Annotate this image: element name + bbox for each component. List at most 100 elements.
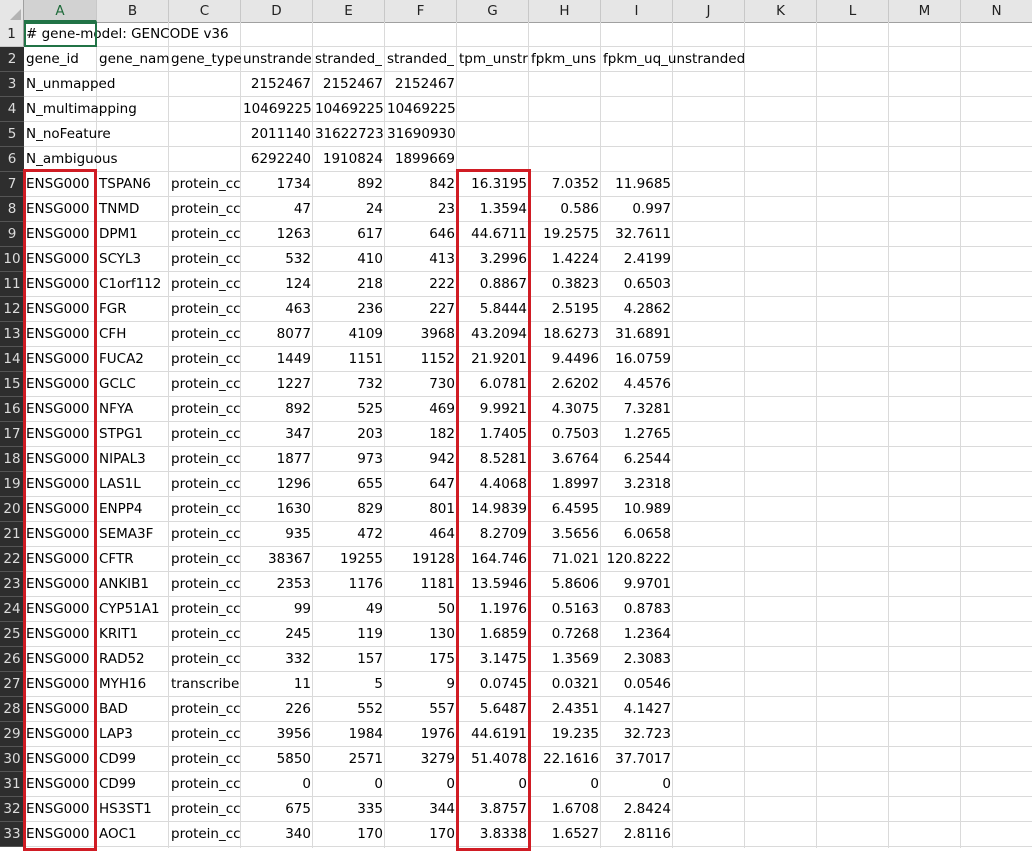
column-header-e[interactable]: E xyxy=(313,0,385,22)
cell-e22[interactable]: 19255 xyxy=(313,547,385,572)
row-header-7[interactable]: 7 xyxy=(0,172,24,197)
cell-i9[interactable]: 32.7611 xyxy=(601,222,673,247)
cell-b8[interactable]: TNMD xyxy=(97,197,169,222)
cell-g32[interactable]: 3.8757 xyxy=(457,797,529,822)
cell-g27[interactable]: 0.0745 xyxy=(457,672,529,697)
cell-c33[interactable]: protein_cc xyxy=(169,822,241,847)
column-header-b[interactable]: B xyxy=(97,0,169,22)
cell-g18[interactable]: 8.5281 xyxy=(457,447,529,472)
cell-a21[interactable]: ENSG000 xyxy=(24,522,97,547)
row-header-4[interactable]: 4 xyxy=(0,97,24,122)
cell-f12[interactable]: 227 xyxy=(385,297,457,322)
cell-b24[interactable]: CYP51A1 xyxy=(97,597,169,622)
column-header-m[interactable]: M xyxy=(889,0,961,22)
cell-c8[interactable]: protein_cc xyxy=(169,197,241,222)
cell-g16[interactable]: 9.9921 xyxy=(457,397,529,422)
cell-g2[interactable]: tpm_unstr xyxy=(457,47,529,72)
cell-h30[interactable]: 22.1616 xyxy=(529,747,601,772)
cell-e27[interactable]: 5 xyxy=(313,672,385,697)
cell-g25[interactable]: 1.6859 xyxy=(457,622,529,647)
cell-f27[interactable]: 9 xyxy=(385,672,457,697)
cell-b2[interactable]: gene_nam xyxy=(97,47,169,72)
cell-h31[interactable]: 0 xyxy=(529,772,601,797)
cell-h29[interactable]: 19.235 xyxy=(529,722,601,747)
cell-a11[interactable]: ENSG000 xyxy=(24,272,97,297)
cell-b12[interactable]: FGR xyxy=(97,297,169,322)
cell-d31[interactable]: 0 xyxy=(241,772,313,797)
cell-g22[interactable]: 164.746 xyxy=(457,547,529,572)
cell-f17[interactable]: 182 xyxy=(385,422,457,447)
cell-d14[interactable]: 1449 xyxy=(241,347,313,372)
column-header-h[interactable]: H xyxy=(529,0,601,22)
cell-d24[interactable]: 99 xyxy=(241,597,313,622)
cell-h17[interactable]: 0.7503 xyxy=(529,422,601,447)
cell-i25[interactable]: 1.2364 xyxy=(601,622,673,647)
row-header-14[interactable]: 14 xyxy=(0,347,24,372)
cell-c10[interactable]: protein_cc xyxy=(169,247,241,272)
cell-e10[interactable]: 410 xyxy=(313,247,385,272)
cell-a9[interactable]: ENSG000 xyxy=(24,222,97,247)
cell-a13[interactable]: ENSG000 xyxy=(24,322,97,347)
cell-d28[interactable]: 226 xyxy=(241,697,313,722)
row-header-8[interactable]: 8 xyxy=(0,197,24,222)
cell-a5[interactable]: N_noFeature xyxy=(24,122,111,147)
cell-d4[interactable]: 10469225 xyxy=(241,97,313,122)
cell-e15[interactable]: 732 xyxy=(313,372,385,397)
row-header-6[interactable]: 6 xyxy=(0,147,24,172)
row-header-2[interactable]: 2 xyxy=(0,47,24,72)
cell-a33[interactable]: ENSG000 xyxy=(24,822,97,847)
cell-h10[interactable]: 1.4224 xyxy=(529,247,601,272)
cell-c14[interactable]: protein_cc xyxy=(169,347,241,372)
cell-a29[interactable]: ENSG000 xyxy=(24,722,97,747)
cell-a15[interactable]: ENSG000 xyxy=(24,372,97,397)
cell-c13[interactable]: protein_cc xyxy=(169,322,241,347)
cell-h23[interactable]: 5.8606 xyxy=(529,572,601,597)
cell-a23[interactable]: ENSG000 xyxy=(24,572,97,597)
cell-g30[interactable]: 51.4078 xyxy=(457,747,529,772)
cell-c23[interactable]: protein_cc xyxy=(169,572,241,597)
cell-a24[interactable]: ENSG000 xyxy=(24,597,97,622)
cell-b7[interactable]: TSPAN6 xyxy=(97,172,169,197)
cell-c15[interactable]: protein_cc xyxy=(169,372,241,397)
cell-c27[interactable]: transcribe xyxy=(169,672,241,697)
cell-g14[interactable]: 21.9201 xyxy=(457,347,529,372)
row-header-22[interactable]: 22 xyxy=(0,547,24,572)
cell-b27[interactable]: MYH16 xyxy=(97,672,169,697)
cell-d27[interactable]: 11 xyxy=(241,672,313,697)
cell-f30[interactable]: 3279 xyxy=(385,747,457,772)
cell-b10[interactable]: SCYL3 xyxy=(97,247,169,272)
cell-b17[interactable]: STPG1 xyxy=(97,422,169,447)
cell-e3[interactable]: 2152467 xyxy=(313,72,385,97)
row-header-15[interactable]: 15 xyxy=(0,372,24,397)
column-header-i[interactable]: I xyxy=(601,0,673,22)
cell-h27[interactable]: 0.0321 xyxy=(529,672,601,697)
column-header-d[interactable]: D xyxy=(241,0,313,22)
cell-c30[interactable]: protein_cc xyxy=(169,747,241,772)
cell-i27[interactable]: 0.0546 xyxy=(601,672,673,697)
cell-d32[interactable]: 675 xyxy=(241,797,313,822)
cell-b31[interactable]: CD99 xyxy=(97,772,169,797)
column-header-k[interactable]: K xyxy=(745,0,817,22)
row-header-17[interactable]: 17 xyxy=(0,422,24,447)
cell-e6[interactable]: 1910824 xyxy=(313,147,385,172)
cell-c24[interactable]: protein_cc xyxy=(169,597,241,622)
cell-b19[interactable]: LAS1L xyxy=(97,472,169,497)
cell-f31[interactable]: 0 xyxy=(385,772,457,797)
cell-h20[interactable]: 6.4595 xyxy=(529,497,601,522)
cell-f28[interactable]: 557 xyxy=(385,697,457,722)
cell-e29[interactable]: 1984 xyxy=(313,722,385,747)
cell-d18[interactable]: 1877 xyxy=(241,447,313,472)
cell-c21[interactable]: protein_cc xyxy=(169,522,241,547)
cell-f29[interactable]: 1976 xyxy=(385,722,457,747)
cell-a20[interactable]: ENSG000 xyxy=(24,497,97,522)
select-all-button[interactable] xyxy=(0,0,24,22)
cell-h11[interactable]: 0.3823 xyxy=(529,272,601,297)
cell-d19[interactable]: 1296 xyxy=(241,472,313,497)
cell-h8[interactable]: 0.586 xyxy=(529,197,601,222)
cell-i10[interactable]: 2.4199 xyxy=(601,247,673,272)
row-header-21[interactable]: 21 xyxy=(0,522,24,547)
cell-a19[interactable]: ENSG000 xyxy=(24,472,97,497)
row-header-25[interactable]: 25 xyxy=(0,622,24,647)
cell-h7[interactable]: 7.0352 xyxy=(529,172,601,197)
cell-h15[interactable]: 2.6202 xyxy=(529,372,601,397)
